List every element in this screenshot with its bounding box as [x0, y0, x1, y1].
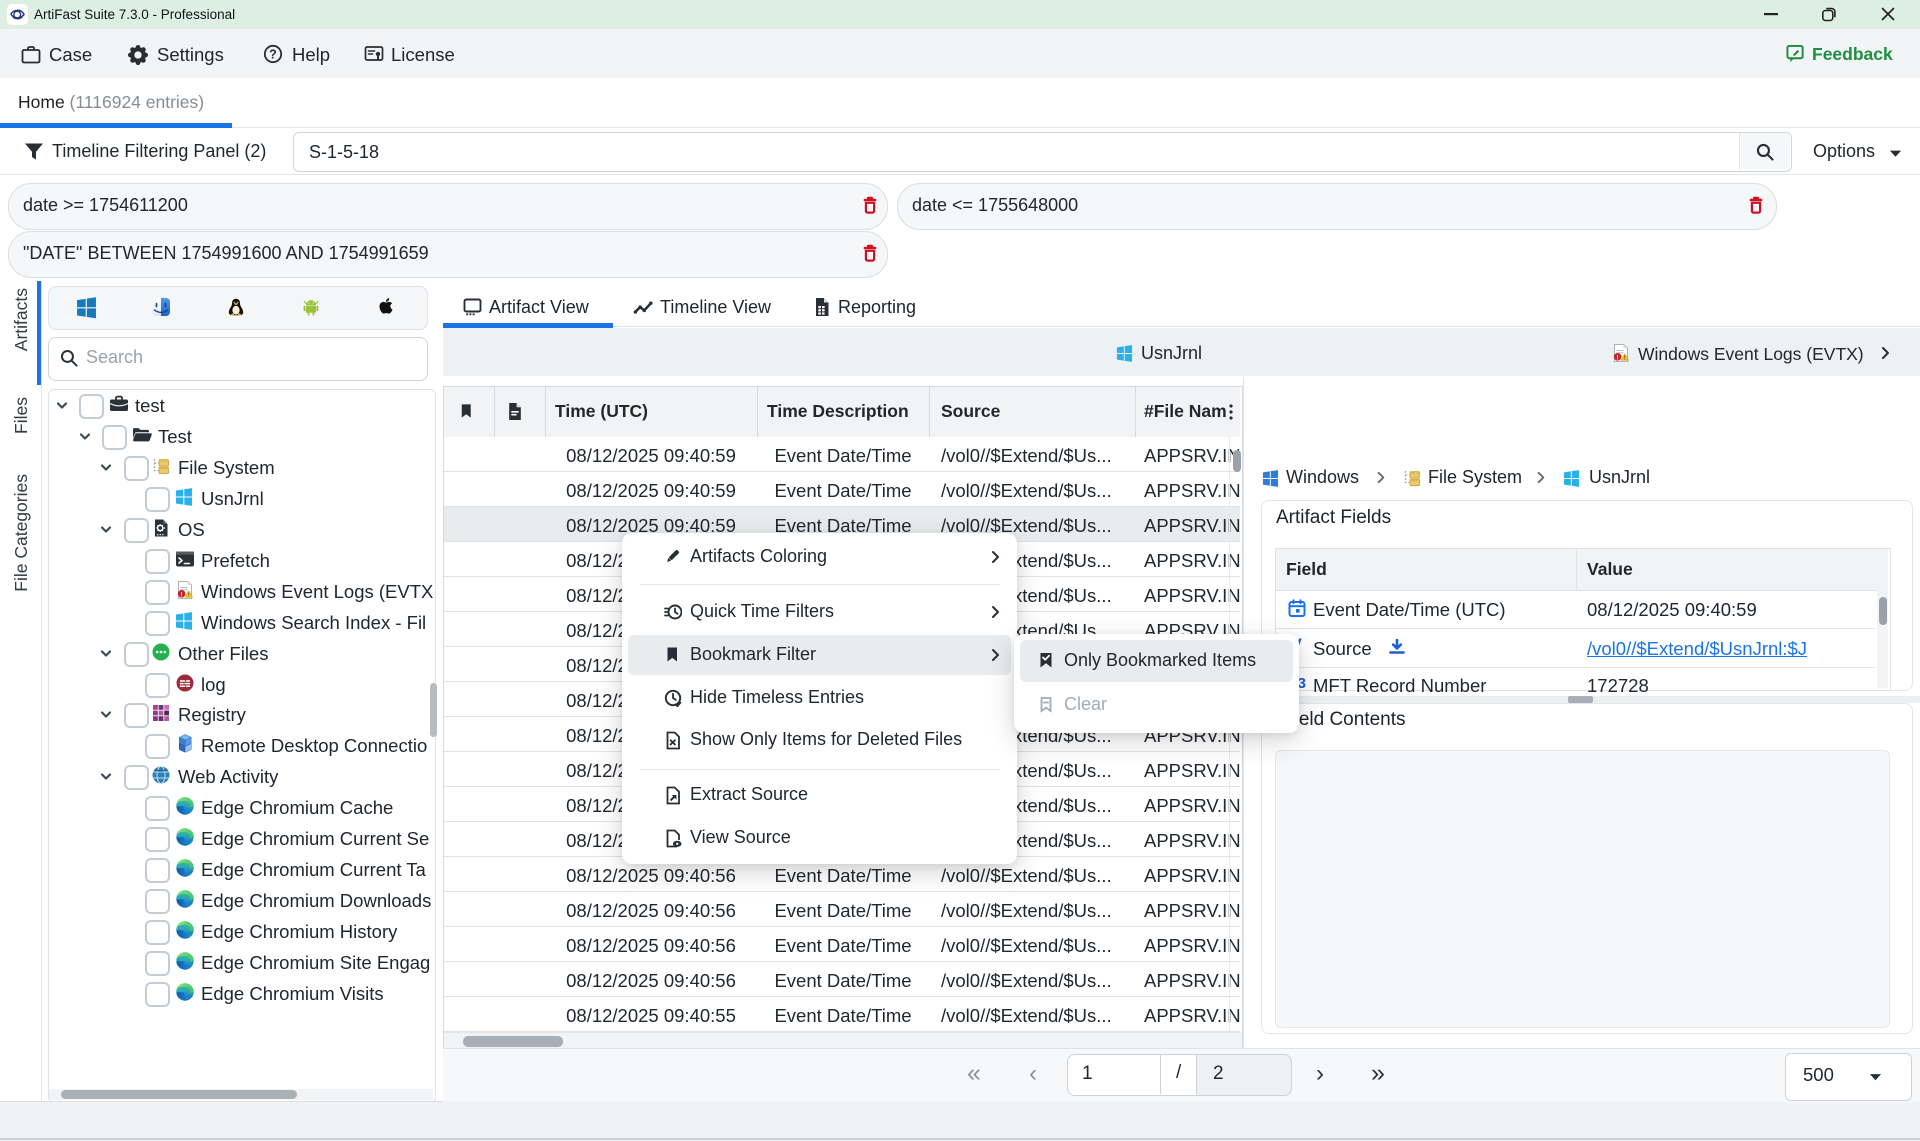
svg-text:!: !: [1624, 356, 1626, 362]
svg-text:!: !: [1617, 354, 1619, 361]
svg-text:!: !: [181, 591, 183, 598]
svg-text:?: ?: [269, 47, 277, 61]
svg-text:!: !: [188, 593, 190, 599]
